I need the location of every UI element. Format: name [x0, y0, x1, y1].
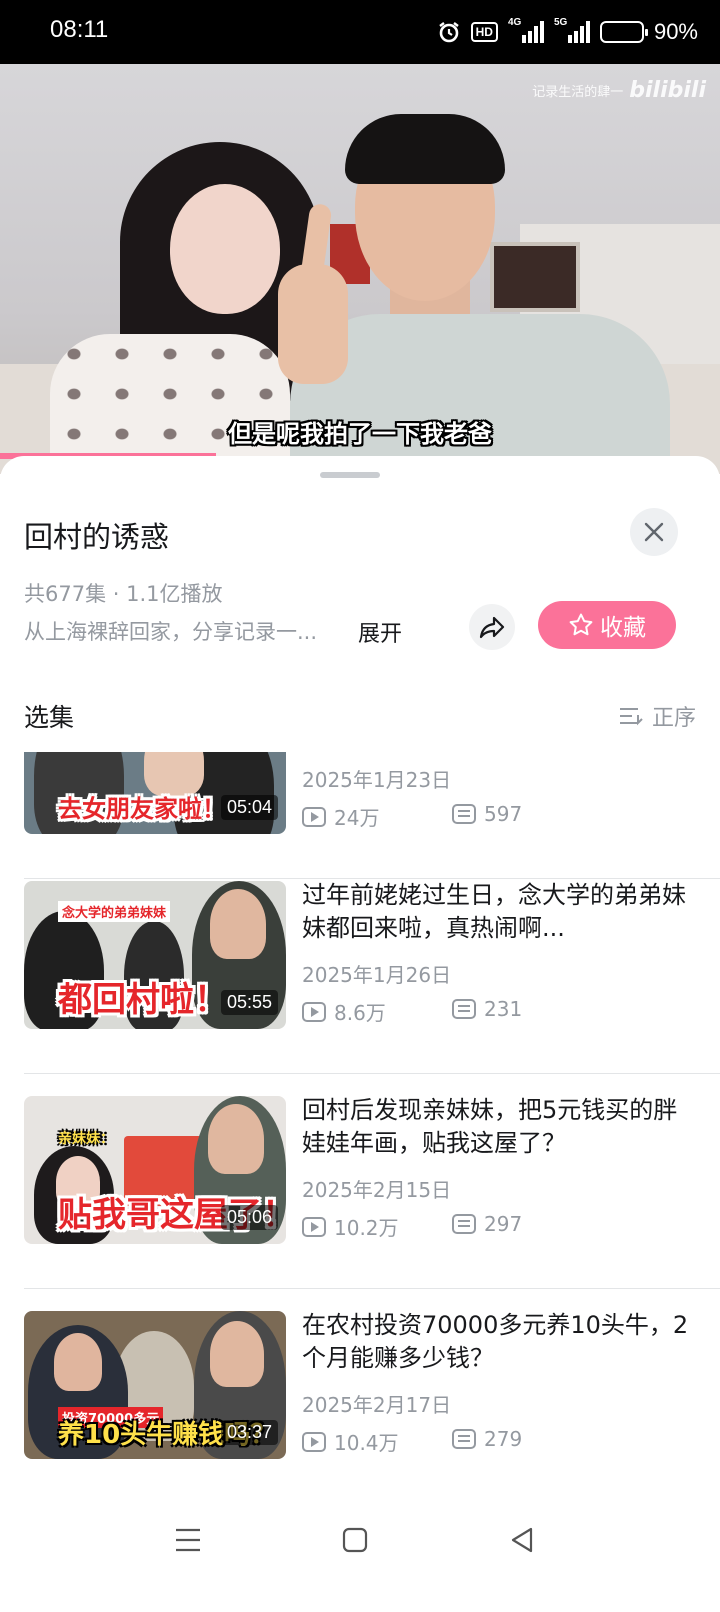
- danmaku-count: 597: [452, 802, 522, 826]
- expand-link[interactable]: 展开: [358, 616, 402, 648]
- back-icon: [511, 1527, 533, 1553]
- video-thumbnail: 投资70000多元 养10头牛赚钱吗？ 03:37: [24, 1311, 286, 1459]
- view-count: 24万: [302, 802, 379, 831]
- sort-icon: [619, 708, 643, 726]
- list-item[interactable]: 亲妹妹： 贴我哥这屋了！ 05:06 回村后发现亲妹妹，把5元钱买的胖娃娃年画，…: [0, 1074, 720, 1289]
- episode-date: 2025年2月15日: [302, 1178, 452, 1202]
- video-thumbnail: 念大学的弟弟妹妹 都回村啦！ 05:55: [24, 881, 286, 1029]
- home-icon: [342, 1527, 368, 1553]
- episode-title: 回村后发现亲妹妹，把5元钱买的胖娃娃年画，贴我这屋了？: [302, 1096, 678, 1157]
- episode-list[interactable]: 去女朋友家啦！ 05:04 2025年1月23日 24万 597 念大学的弟弟妹…: [0, 752, 720, 1484]
- close-button[interactable]: [630, 508, 678, 556]
- battery-percent: 90%: [653, 19, 698, 44]
- battery-icon: [599, 21, 648, 43]
- alarm-icon: [438, 22, 459, 43]
- thumbnail-caption: 去女朋友家啦！: [58, 795, 226, 823]
- danmaku-count: 231: [452, 997, 522, 1021]
- status-icons: HD 4G 5G 90%: [437, 14, 698, 50]
- signal-4g-icon: 4G: [508, 17, 544, 43]
- bilibili-logo: bilibili: [629, 78, 706, 103]
- signal-5g-icon: 5G: [554, 17, 590, 43]
- view-count: 10.2万: [302, 1212, 399, 1241]
- thumbnail-tag: 念大学的弟弟妹妹: [58, 901, 171, 922]
- nav-home-button[interactable]: [325, 1510, 385, 1570]
- thumbnail-tag: 亲妹妹：: [58, 1131, 114, 1147]
- danmaku-count: 297: [452, 1212, 522, 1236]
- sort-order-toggle[interactable]: 正序: [618, 700, 696, 732]
- video-subtitle: 但是呢我拍了一下我老爸: [228, 420, 492, 448]
- star-icon: [569, 613, 593, 636]
- favorite-button[interactable]: 收藏: [538, 601, 676, 649]
- video-duration: 05:06: [220, 1205, 278, 1230]
- menu-icon: [176, 1528, 200, 1552]
- thumbnail-caption: 都回村啦！: [58, 980, 228, 1020]
- episode-section-title: 选集: [24, 703, 75, 732]
- view-count: 8.6万: [302, 997, 386, 1026]
- collection-description: 从上海裸辞回家，分享记录一...: [24, 620, 318, 644]
- system-nav-bar: [0, 1478, 720, 1612]
- danmaku-icon: [452, 804, 476, 824]
- sheet-drag-handle[interactable]: [320, 472, 380, 478]
- status-time: 08:11: [50, 16, 109, 43]
- video-thumbnail: 亲妹妹： 贴我哥这屋了！ 05:06: [24, 1096, 286, 1244]
- collection-title: 回村的诱惑: [24, 520, 170, 554]
- play-count-icon: [302, 1001, 326, 1022]
- episode-title: 在农村投资70000多元养10头牛，2个月能赚多少钱？: [302, 1311, 689, 1372]
- episode-date: 2025年2月17日: [302, 1393, 452, 1417]
- danmaku-count: 279: [452, 1427, 522, 1451]
- status-bar: 08:11 HD 4G 5G 90%: [0, 0, 720, 64]
- video-duration: 05:55: [220, 990, 278, 1015]
- episode-date: 2025年1月23日: [302, 768, 452, 792]
- share-button[interactable]: [469, 604, 515, 650]
- share-icon: [479, 616, 505, 639]
- video-player[interactable]: 记录生活的肆一 bilibili 但是呢我拍了一下我老爸: [0, 64, 720, 474]
- episode-date: 2025年1月26日: [302, 963, 452, 987]
- play-count-icon: [302, 1431, 326, 1452]
- nav-menu-button[interactable]: [158, 1510, 218, 1570]
- sort-order-label: 正序: [651, 706, 696, 731]
- video-duration: 03:37: [220, 1420, 278, 1445]
- collection-meta: 共677集 · 1.1亿播放: [24, 582, 223, 606]
- close-icon: [644, 522, 664, 542]
- episode-title: 过年前姥姥过生日，念大学的弟弟妹妹都回来啦，真热闹啊...: [302, 881, 686, 942]
- video-thumbnail: 去女朋友家啦！ 05:04: [24, 752, 286, 834]
- nav-back-button[interactable]: [492, 1510, 552, 1570]
- danmaku-icon: [452, 1429, 476, 1449]
- play-count-icon: [302, 806, 326, 827]
- danmaku-icon: [452, 999, 476, 1019]
- list-item[interactable]: 投资70000多元 养10头牛赚钱吗？ 03:37 在农村投资70000多元养1…: [0, 1289, 720, 1484]
- favorite-label: 收藏: [600, 615, 646, 641]
- play-count-icon: [302, 1216, 326, 1237]
- list-item[interactable]: 念大学的弟弟妹妹 都回村啦！ 05:55 过年前姥姥过生日，念大学的弟弟妹妹都回…: [0, 859, 720, 1074]
- video-duration: 05:04: [220, 795, 278, 820]
- collection-sheet: 回村的诱惑 共677集 · 1.1亿播放 从上海裸辞回家，分享记录一... 展开…: [0, 456, 720, 1612]
- view-count: 10.4万: [302, 1427, 399, 1456]
- danmaku-icon: [452, 1214, 476, 1234]
- hd-voice-badge: HD: [470, 22, 498, 42]
- video-watermark: 记录生活的肆一 bilibili: [532, 78, 706, 103]
